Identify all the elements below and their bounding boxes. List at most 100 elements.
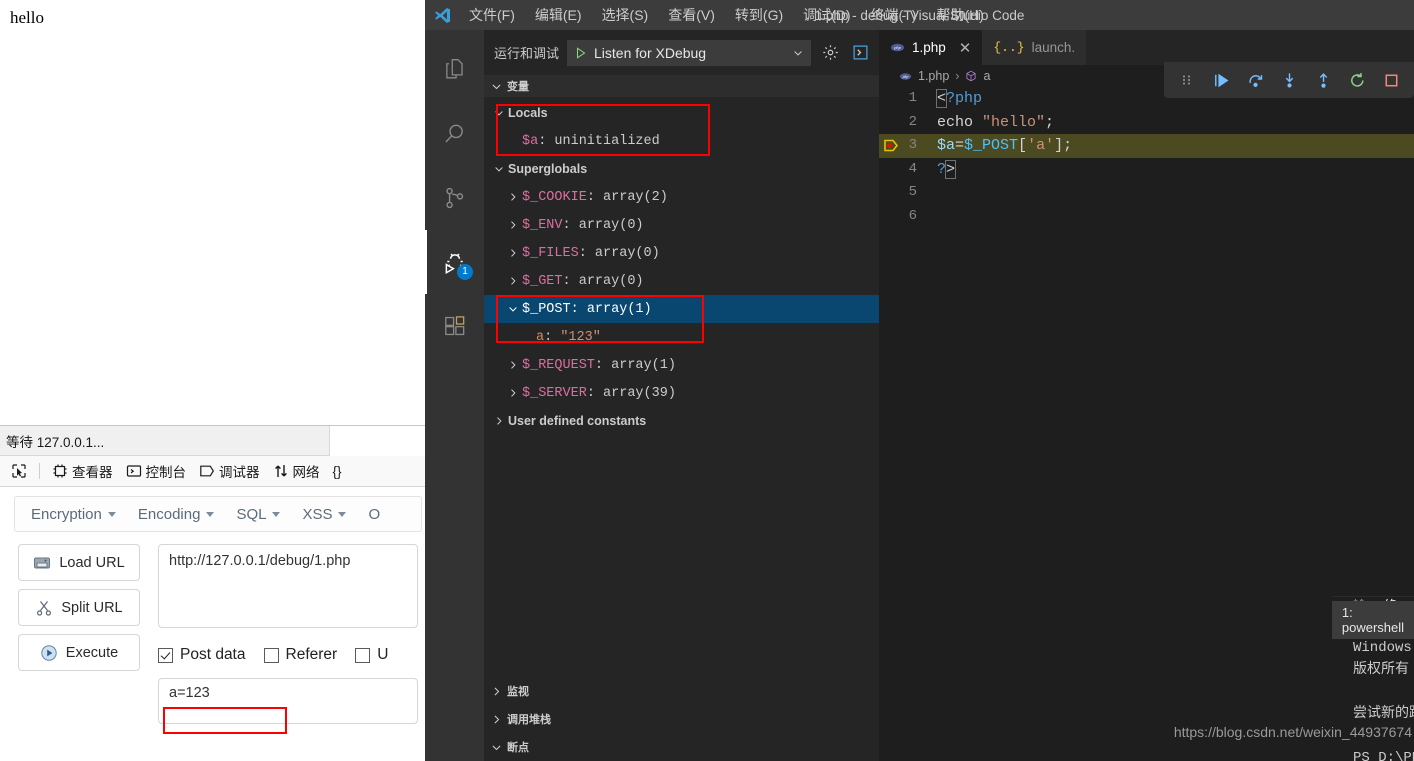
split-url-button[interactable]: Split URL bbox=[18, 589, 140, 626]
tree-row-request[interactable]: $_REQUEST : array(1) bbox=[484, 351, 879, 379]
menu-view[interactable]: 查看(V) bbox=[658, 2, 725, 28]
devtools-tab-network[interactable]: 网络 bbox=[268, 459, 325, 483]
step-into-button[interactable] bbox=[1272, 65, 1306, 95]
referer-checkbox[interactable]: Referer bbox=[263, 646, 337, 664]
terminal-output[interactable]: Windows PowerShell 版权所有 (C) Microsoft Co… bbox=[1353, 637, 1414, 761]
menu-help[interactable]: 帮助(H) bbox=[926, 2, 993, 28]
open-debug-console-icon bbox=[852, 45, 868, 60]
tree-row-superglobals[interactable]: Superglobals bbox=[484, 155, 879, 183]
hackbar-menu-xss[interactable]: XSS bbox=[302, 506, 347, 523]
tree-row-cookie[interactable]: $_COOKIE : array(2) bbox=[484, 183, 879, 211]
hackbar-menu-encryption[interactable]: Encryption bbox=[31, 506, 116, 523]
menu-edit[interactable]: 编辑(E) bbox=[525, 2, 592, 28]
tree-row-user-constants[interactable]: User defined constants bbox=[484, 407, 879, 435]
code-line-2-text: echo "hello"; bbox=[937, 113, 1055, 131]
section-call-stack-label: 调用堆栈 bbox=[507, 714, 551, 726]
section-watch[interactable]: 监视 bbox=[484, 677, 879, 705]
section-call-stack[interactable]: 调用堆栈 bbox=[484, 705, 879, 733]
tab-launch-json[interactable]: {..} launch. bbox=[982, 30, 1087, 65]
url-input[interactable] bbox=[158, 544, 418, 628]
terminal-selector[interactable]: 1: powershell bbox=[1331, 601, 1414, 639]
hackbar-menu-sql[interactable]: SQL bbox=[236, 506, 281, 523]
debug-toolbar-drag-handle[interactable] bbox=[1170, 65, 1204, 95]
restart-button[interactable] bbox=[1340, 65, 1374, 95]
step-over-button[interactable] bbox=[1238, 65, 1272, 95]
vscode-menu-bar: 文件(F) 编辑(E) 选择(S) 查看(V) 转到(G) 调试(D) 终端(T… bbox=[459, 2, 994, 28]
checkbox-unchecked-icon bbox=[263, 647, 279, 663]
breakpoint-current-icon[interactable] bbox=[883, 137, 901, 155]
page-content-text: hello bbox=[10, 8, 44, 27]
menu-terminal[interactable]: 终端(T) bbox=[861, 2, 927, 28]
variables-tree: Locals $a : uninitialized Superglobals $… bbox=[484, 97, 879, 435]
tab-1-php[interactable]: php 1.php ✕ bbox=[879, 30, 983, 65]
tree-row-post-child[interactable]: a : "123" bbox=[484, 323, 879, 351]
tree-row-locals[interactable]: Locals bbox=[484, 99, 879, 127]
debug-settings-button[interactable] bbox=[819, 42, 841, 64]
execute-button[interactable]: Execute bbox=[18, 634, 140, 671]
stop-button[interactable] bbox=[1374, 65, 1408, 95]
menu-selection[interactable]: 选择(S) bbox=[592, 2, 659, 28]
tree-row-get[interactable]: $_GET : array(0) bbox=[484, 267, 879, 295]
tree-row-server[interactable]: $_SERVER : array(39) bbox=[484, 379, 879, 407]
element-picker-icon[interactable] bbox=[6, 461, 32, 481]
chevron-right-icon bbox=[490, 415, 508, 427]
devtools-tab-style-editor-label: {} bbox=[332, 463, 342, 479]
svg-text:php: php bbox=[893, 45, 901, 50]
open-debug-console-button[interactable] bbox=[849, 42, 871, 64]
section-breakpoints[interactable]: 断点 bbox=[484, 733, 879, 761]
sidebar-item-run-and-debug[interactable]: 1 bbox=[425, 230, 484, 294]
hackbar-menu-other[interactable]: O bbox=[368, 506, 380, 523]
editor-area: php 1.php ✕ {..} launch. php 1.php › a 1… bbox=[879, 30, 1414, 761]
chevron-down-icon bbox=[504, 303, 522, 315]
menu-file[interactable]: 文件(F) bbox=[459, 2, 525, 28]
breadcrumb-file-label[interactable]: 1.php bbox=[918, 69, 949, 83]
chevron-down-icon bbox=[338, 511, 347, 517]
tree-row-files[interactable]: $_FILES : array(0) bbox=[484, 239, 879, 267]
sidebar-item-search[interactable] bbox=[425, 102, 484, 166]
hackbar-menu-encoding-label: Encoding bbox=[137, 505, 201, 523]
menu-debug[interactable]: 调试(D) bbox=[793, 2, 860, 28]
devtools-tab-debugger[interactable]: 调试器 bbox=[194, 459, 265, 483]
source-control-icon bbox=[445, 187, 463, 209]
breadcrumb-symbol-label[interactable]: a bbox=[983, 69, 990, 83]
checkbox-checked-icon bbox=[158, 647, 173, 663]
devtools-tab-inspector[interactable]: 查看器 bbox=[47, 459, 118, 483]
vscode-window: 文件(F) 编辑(E) 选择(S) 查看(V) 转到(G) 调试(D) 终端(T… bbox=[425, 0, 1414, 761]
debug-configuration-select[interactable]: Listen for XDebug bbox=[567, 39, 811, 66]
user-agent-checkbox[interactable]: U bbox=[355, 646, 388, 664]
tree-row-local-a[interactable]: $a : uninitialized bbox=[484, 127, 879, 155]
sidebar-item-source-control[interactable] bbox=[425, 166, 484, 230]
chevron-right-icon bbox=[504, 275, 522, 287]
chevron-right-icon bbox=[504, 191, 522, 203]
sidebar-item-explorer[interactable] bbox=[425, 38, 484, 102]
sidebar-item-extensions[interactable] bbox=[425, 294, 484, 358]
code-line-4: 4 ?> bbox=[879, 158, 1414, 182]
devtools-tab-console[interactable]: 控制台 bbox=[121, 459, 192, 483]
bottom-panel: 输出 终端 调试控制台 问题 1: powershell Windows Pow… bbox=[1174, 596, 1414, 761]
post-data-checkbox[interactable]: Post data bbox=[158, 646, 246, 664]
code-editor[interactable]: 1 <?php 2 echo "hello"; 3 $a=$_POST['a']… bbox=[879, 87, 1414, 257]
menu-go[interactable]: 转到(G) bbox=[725, 2, 793, 28]
user-constants-label: User defined constants bbox=[508, 414, 647, 428]
checkbox-unchecked-icon bbox=[355, 647, 371, 663]
code-line-1-text: <?php bbox=[935, 89, 983, 108]
tree-row-env[interactable]: $_ENV : array(0) bbox=[484, 211, 879, 239]
post-data-input[interactable] bbox=[158, 678, 418, 724]
code-line-6: 6 bbox=[879, 205, 1414, 229]
line-number: 2 bbox=[908, 113, 917, 130]
superglobal-get-value: array(0) bbox=[578, 273, 644, 289]
load-url-button[interactable]: Load URL bbox=[18, 544, 140, 581]
section-variables[interactable]: 变量 bbox=[484, 75, 879, 97]
code-line-4-text: ?> bbox=[937, 159, 957, 179]
post-child-value: "123" bbox=[560, 329, 601, 345]
debug-configuration-label: Listen for XDebug bbox=[594, 44, 707, 61]
continue-button[interactable] bbox=[1204, 65, 1238, 95]
hackbar-menu-encoding[interactable]: Encoding bbox=[138, 506, 215, 523]
tree-row-post[interactable]: $_POST : array(1) bbox=[484, 295, 879, 323]
close-icon[interactable]: ✕ bbox=[959, 39, 972, 57]
section-watch-label: 监视 bbox=[507, 686, 529, 698]
local-a-name: $a bbox=[522, 133, 539, 149]
devtools-tab-style-editor[interactable]: {} bbox=[328, 462, 347, 481]
superglobal-cookie-value: array(2) bbox=[603, 189, 668, 205]
step-out-button[interactable] bbox=[1306, 65, 1340, 95]
